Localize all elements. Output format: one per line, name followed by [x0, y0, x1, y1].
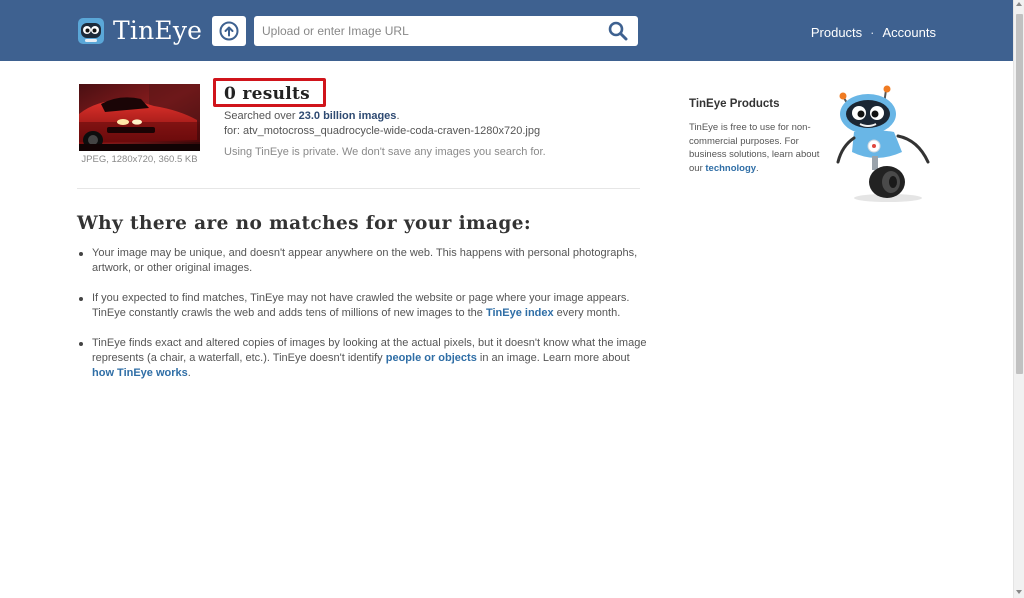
query-filename: atv_motocross_quadrocycle-wide-coda-crav… [242, 125, 541, 137]
searched-prefix: Searched over [224, 110, 299, 122]
brand-name: TinEye [113, 16, 203, 45]
query-image-thumbnail[interactable] [79, 84, 200, 151]
reasons-list: Your image may be unique, and doesn't ap… [77, 246, 647, 396]
search-box [254, 16, 638, 46]
products-link[interactable]: Products [811, 25, 862, 40]
how-tineye-works-link[interactable]: how TinEye works [92, 367, 188, 379]
reason-text: every month. [553, 307, 621, 320]
image-url-input[interactable] [254, 17, 594, 45]
scroll-down-arrow-icon[interactable] [1016, 590, 1022, 594]
technology-link[interactable]: technology [705, 163, 756, 174]
tineye-index-link[interactable]: TinEye index [486, 307, 554, 319]
filename-line: for: atv_motocross_quadrocycle-wide-coda… [224, 125, 540, 137]
upload-image-button[interactable] [212, 16, 246, 46]
searched-over-line: Searched over 23.0 billion images. [224, 110, 400, 122]
search-icon[interactable] [608, 21, 628, 41]
tineye-robot-logo-icon [78, 17, 104, 44]
vertical-scrollbar[interactable] [1013, 0, 1024, 598]
reason-text: . [187, 367, 191, 380]
reason-text: Your image may be unique, and doesn't ap… [92, 247, 638, 275]
file-prefix: for: [224, 125, 243, 137]
tineye-logo[interactable]: TinEye [77, 16, 202, 45]
searched-suffix: . [396, 110, 400, 122]
scroll-up-arrow-icon[interactable] [1016, 2, 1022, 6]
nav-separator: · [870, 25, 875, 40]
scrollbar-thumb[interactable] [1016, 14, 1023, 374]
reason-unique-image: Your image may be unique, and doesn't ap… [77, 246, 647, 276]
reason-text: in an image. Learn more about [476, 352, 630, 365]
red-car-image [79, 84, 200, 151]
index-size: 23.0 billion images [298, 110, 397, 122]
top-navigation-bar: TinEye Products · Accounts [0, 0, 1013, 61]
reason-not-crawled: If you expected to find matches, TinEye … [77, 291, 647, 321]
tineye-robot-mascot-icon [836, 85, 930, 202]
accounts-link[interactable]: Accounts [883, 25, 936, 40]
image-meta-caption: JPEG, 1280x720, 360.5 KB [81, 154, 198, 165]
reason-pixels-only: TinEye finds exact and altered copies of… [77, 336, 647, 382]
header-nav: Products · Accounts [811, 25, 936, 40]
upload-arrow-icon [219, 21, 239, 41]
why-heading: Why there are no matches for your image: [77, 213, 532, 234]
privacy-note: Using TinEye is private. We don't save a… [224, 146, 546, 158]
products-promo-title: TinEye Products [689, 98, 780, 110]
results-count: 0 results [224, 84, 311, 104]
people-or-objects-link[interactable]: people or objects [386, 352, 477, 364]
section-divider [77, 188, 640, 189]
promo-end: . [756, 162, 759, 174]
products-promo-text: TinEye is free to use for non-commercial… [689, 121, 829, 175]
